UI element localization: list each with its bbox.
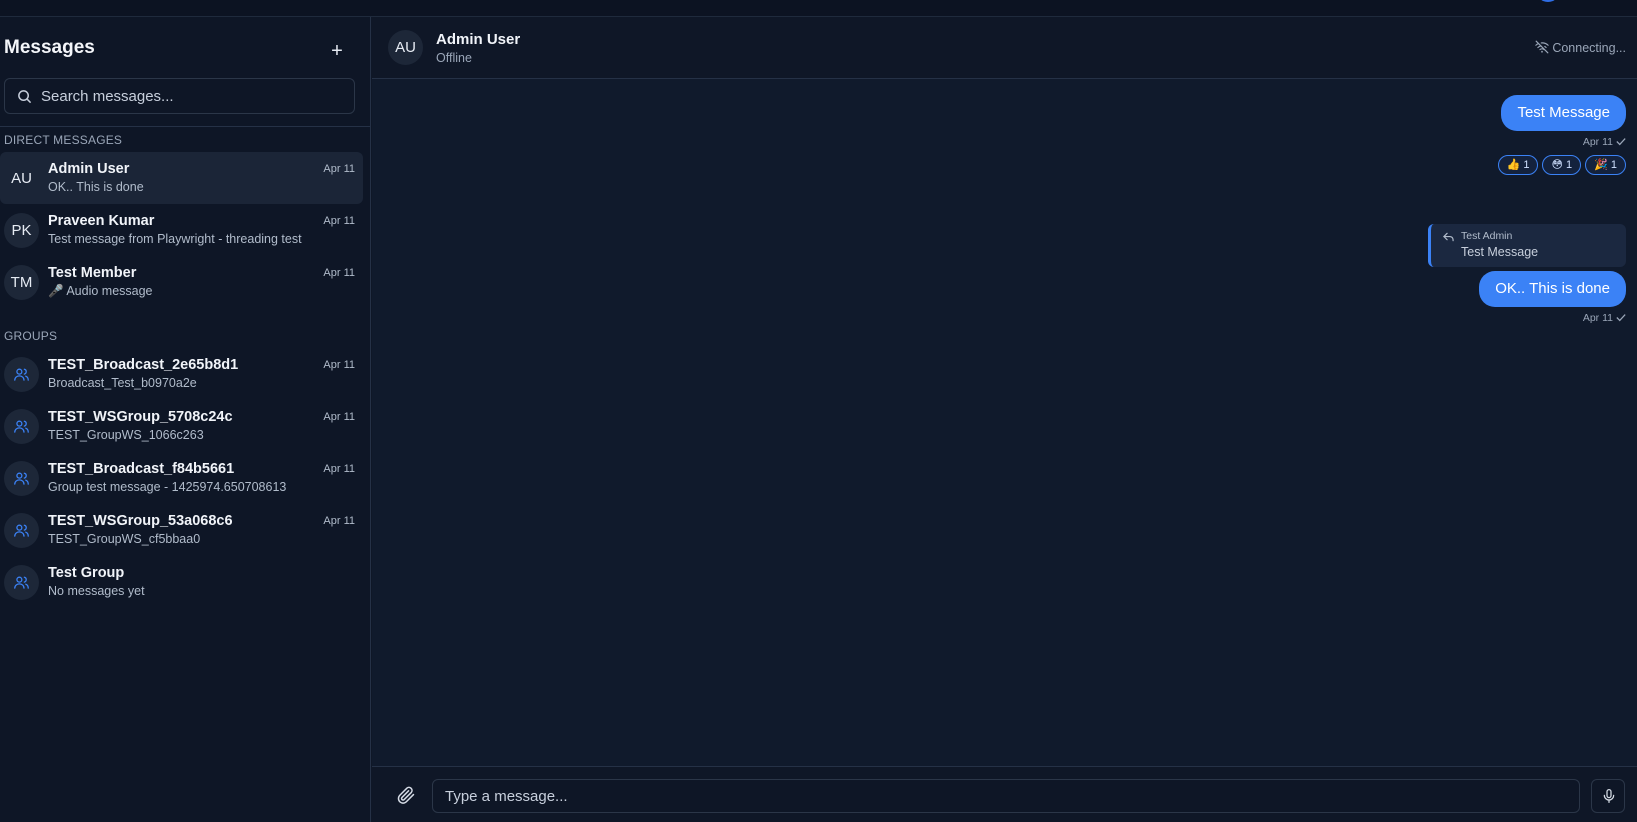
conversation-date: Apr 11 bbox=[323, 215, 355, 227]
conversation-item-admin-user[interactable]: AU Admin User OK.. This is done Apr 11 bbox=[0, 152, 363, 204]
conversation-preview: OK.. This is done bbox=[48, 180, 144, 194]
wifi-off-icon bbox=[1535, 40, 1550, 54]
group-preview: Group test message - 1425974.650708613 bbox=[48, 480, 287, 494]
group-item[interactable]: TEST_Broadcast_2e65b8d1 Broadcast_Test_b… bbox=[0, 348, 363, 400]
reaction-party[interactable]: 🎉 1 bbox=[1585, 155, 1626, 175]
message-bubble-outgoing[interactable]: OK.. This is done bbox=[1479, 271, 1626, 307]
message-meta: Apr 11 bbox=[1583, 136, 1626, 148]
group-preview: Broadcast_Test_b0970a2e bbox=[48, 376, 197, 390]
group-name: Test Group bbox=[48, 565, 125, 581]
group-avatar bbox=[4, 513, 39, 548]
message-composer bbox=[372, 766, 1637, 822]
group-date: Apr 11 bbox=[323, 515, 355, 527]
conversation-preview: 🎤 Audio message bbox=[48, 284, 153, 298]
chat-avatar: AU bbox=[388, 30, 423, 65]
conversation-name: Praveen Kumar bbox=[48, 213, 155, 229]
reply-icon bbox=[1443, 232, 1454, 242]
message-meta: Apr 11 bbox=[1583, 312, 1626, 324]
users-icon bbox=[14, 420, 29, 433]
reply-quote[interactable]: Test Admin Test Message bbox=[1428, 224, 1626, 267]
group-preview: TEST_GroupWS_cf5bbaa0 bbox=[48, 532, 201, 546]
paperclip-icon[interactable] bbox=[396, 785, 416, 805]
group-date: Apr 11 bbox=[323, 463, 355, 475]
groups-label: GROUPS bbox=[4, 329, 58, 343]
group-avatar bbox=[4, 565, 39, 600]
message-input[interactable] bbox=[432, 779, 1580, 813]
conversation-preview: Test message from Playwright - threading… bbox=[48, 232, 302, 246]
connection-status: Connecting... bbox=[1535, 40, 1626, 55]
group-avatar bbox=[4, 409, 39, 444]
direct-messages-label: DIRECT MESSAGES bbox=[4, 133, 123, 147]
group-item[interactable]: TEST_WSGroup_5708c24c TEST_GroupWS_1066c… bbox=[0, 400, 363, 452]
conversation-date: Apr 11 bbox=[323, 267, 355, 279]
chat-contact-status: Offline bbox=[436, 51, 472, 65]
search-input[interactable] bbox=[41, 79, 346, 113]
top-bar bbox=[0, 0, 1637, 17]
chat-contact-name: Admin User bbox=[436, 31, 521, 48]
avatar: PK bbox=[4, 213, 39, 248]
group-name: TEST_WSGroup_53a068c6 bbox=[48, 513, 233, 529]
sidebar-title: Messages bbox=[4, 37, 95, 58]
check-icon bbox=[1616, 138, 1626, 146]
users-icon bbox=[14, 368, 29, 381]
reply-text: Test Message bbox=[1461, 245, 1539, 259]
search-icon bbox=[18, 90, 32, 104]
group-preview: TEST_GroupWS_1066c263 bbox=[48, 428, 204, 442]
group-item[interactable]: TEST_Broadcast_f84b5661 Group test messa… bbox=[0, 452, 363, 504]
microphone-icon bbox=[1603, 789, 1615, 803]
check-icon bbox=[1616, 314, 1626, 322]
new-message-button[interactable]: + bbox=[324, 39, 350, 65]
voice-record-button[interactable] bbox=[1591, 779, 1625, 813]
sidebar-divider bbox=[0, 126, 370, 127]
message-date: Apr 11 bbox=[1582, 312, 1613, 324]
conversation-item-praveen-kumar[interactable]: PK Praveen Kumar Test message from Playw… bbox=[0, 204, 363, 256]
users-icon bbox=[14, 472, 29, 485]
group-avatar bbox=[4, 357, 39, 392]
avatar: AU bbox=[11, 170, 32, 187]
connection-status-text: Connecting... bbox=[1552, 41, 1626, 55]
reaction-thumbs-up[interactable]: 👍 1 bbox=[1497, 155, 1539, 175]
group-date: Apr 11 bbox=[323, 359, 355, 371]
avatar: TM bbox=[4, 265, 39, 300]
message-bubble-outgoing[interactable]: Test Message bbox=[1501, 95, 1626, 131]
chat-panel: AU Admin User Offline Connecting... Test… bbox=[372, 17, 1637, 822]
group-date: Apr 11 bbox=[323, 411, 355, 423]
conversation-date: Apr 11 bbox=[323, 163, 355, 175]
conversation-name: Test Member bbox=[48, 265, 137, 281]
users-icon bbox=[14, 576, 29, 589]
conversation-name: Admin User bbox=[48, 161, 130, 177]
chat-header: AU Admin User Offline Connecting... bbox=[372, 17, 1637, 79]
group-preview: No messages yet bbox=[48, 584, 145, 598]
reaction-flushed[interactable]: 😳 1 bbox=[1542, 155, 1582, 175]
profile-avatar-edge[interactable] bbox=[1536, 0, 1560, 2]
group-item[interactable]: TEST_WSGroup_53a068c6 TEST_GroupWS_cf5bb… bbox=[0, 504, 363, 556]
search-box bbox=[4, 78, 355, 114]
group-name: TEST_Broadcast_2e65b8d1 bbox=[48, 357, 239, 373]
message-reactions: 👍 1 😳 1 🎉 1 bbox=[1494, 155, 1626, 175]
message-date: Apr 11 bbox=[1582, 136, 1613, 148]
sidebar-header: Messages + bbox=[4, 37, 359, 67]
users-icon bbox=[14, 524, 29, 537]
group-name: TEST_WSGroup_5708c24c bbox=[48, 409, 233, 425]
group-name: TEST_Broadcast_f84b5661 bbox=[48, 461, 235, 477]
sidebar: Messages + DIRECT MESSAGES AU Admin User… bbox=[0, 17, 371, 822]
conversation-item-test-member[interactable]: TM Test Member 🎤 Audio message Apr 11 bbox=[0, 256, 363, 308]
group-item[interactable]: Test Group No messages yet bbox=[0, 556, 363, 608]
reply-author: Test Admin bbox=[1461, 230, 1513, 242]
group-avatar bbox=[4, 461, 39, 496]
